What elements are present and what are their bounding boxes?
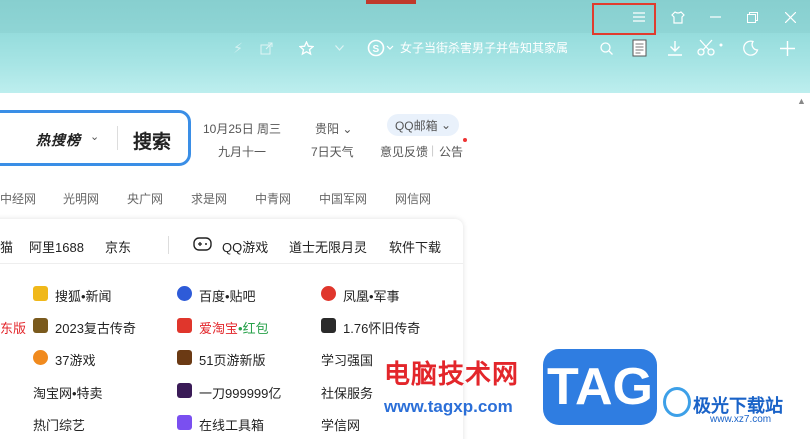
51-game-icon (177, 350, 192, 365)
watermark-url: www.tagxp.com (384, 397, 513, 416)
moon-icon[interactable] (740, 37, 762, 59)
quick-link[interactable]: 京东 (105, 237, 131, 256)
qq-mail-button[interactable]: QQ邮箱 ⌄ (387, 114, 459, 136)
site-link[interactable]: 热门综艺 (33, 415, 85, 434)
toolbox-icon (177, 415, 192, 430)
sogou-search-icon[interactable]: S (366, 37, 396, 59)
taobao-icon (177, 318, 192, 333)
site-link[interactable]: 学习强国 (321, 350, 373, 369)
star-icon[interactable] (296, 37, 316, 59)
date-text: 10月25日 周三 (203, 122, 282, 136)
scroll-up-arrow-icon[interactable]: ▲ (797, 96, 806, 106)
lunar-date: 九月十一 (218, 145, 267, 159)
chevron-down-icon: ⌄ (437, 118, 452, 132)
card-divider (0, 263, 463, 264)
nav-link[interactable]: 央广网 (127, 190, 163, 207)
separator: | (431, 143, 435, 157)
site-link[interactable]: 2023复古传奇 (55, 318, 136, 337)
xz-logo-icon (663, 387, 691, 417)
legend-game-icon (33, 318, 48, 333)
search-button[interactable]: 搜索 (133, 127, 171, 154)
xz-url: www.xz7.com (710, 414, 772, 425)
cut-text[interactable]: 东版 (0, 318, 26, 337)
ifeng-icon (321, 286, 336, 301)
notes-icon[interactable] (629, 37, 651, 59)
chevron-down-icon: ⌄ (339, 122, 353, 136)
scissors-icon[interactable] (696, 37, 726, 59)
chevron-down-icon[interactable]: ⌄ (90, 130, 99, 143)
37-game-icon (33, 350, 48, 365)
gamepad-icon[interactable] (193, 237, 212, 254)
feedback-link[interactable]: 意见反馈 (380, 143, 428, 160)
weather-link[interactable]: 7日天气 (311, 143, 354, 160)
minimize-icon[interactable] (698, 5, 732, 29)
site-link[interactable]: 淘宝网•特卖 (33, 383, 103, 402)
site-link-part[interactable]: 爱淘宝 (199, 321, 238, 336)
city-selector[interactable]: 贵阳 ⌄ (315, 120, 352, 137)
baidu-paw-icon (177, 286, 192, 301)
quick-link[interactable]: 猫 (0, 237, 13, 256)
nostalgia-game-icon (321, 318, 336, 333)
site-link[interactable]: 1.76怀旧传奇 (343, 318, 420, 337)
quick-link[interactable]: 阿里1688 (29, 237, 84, 256)
quick-link[interactable]: QQ游戏 (222, 237, 268, 256)
site-link[interactable]: 百度•贴吧 (199, 286, 256, 305)
sohu-icon (33, 286, 48, 301)
active-tab-indicator (366, 0, 416, 4)
restore-icon[interactable] (735, 5, 769, 29)
svg-text:S: S (373, 44, 380, 55)
notice-dot (463, 138, 467, 142)
news-headline[interactable]: 女子当街杀害男子并告知其家属 (400, 39, 568, 56)
search-icon[interactable] (596, 37, 616, 59)
plus-icon[interactable] (776, 37, 798, 59)
blade-game-icon (177, 383, 192, 398)
share-icon[interactable] (257, 37, 275, 59)
site-link[interactable]: 搜狐•新闻 (55, 286, 112, 305)
watermark-title: 电脑技术网 (384, 359, 520, 389)
quick-link[interactable]: 软件下载 (389, 237, 441, 256)
lightning-icon[interactable]: ⚡ (229, 37, 247, 59)
site-link-part[interactable]: •红包 (238, 321, 269, 336)
site-link[interactable]: 社保服务 (321, 383, 373, 402)
chevron-down-icon[interactable] (331, 37, 347, 59)
nav-link[interactable]: 光明网 (63, 190, 99, 207)
nav-link[interactable]: 中青网 (255, 190, 291, 207)
site-link[interactable]: 一刀999999亿 (199, 383, 281, 402)
site-link[interactable]: 学信网 (321, 415, 360, 434)
notice-link[interactable]: 公告 (439, 143, 463, 160)
nav-link[interactable]: 网信网 (395, 190, 431, 207)
nav-link[interactable]: 求是网 (191, 190, 227, 207)
city-label[interactable]: 贵阳 (315, 122, 339, 136)
download-icon[interactable] (664, 37, 686, 59)
hot-list-label[interactable]: 热搜榜 (36, 130, 81, 150)
quick-link[interactable]: 道士无限月灵 (289, 237, 367, 256)
site-link[interactable]: 37游戏 (55, 350, 95, 369)
close-icon[interactable] (773, 5, 807, 29)
qq-mail-label[interactable]: QQ邮箱 (395, 117, 438, 134)
site-link[interactable]: 51页游新版 (199, 350, 265, 369)
search-divider (117, 126, 118, 150)
site-link[interactable]: 爱淘宝•红包 (199, 318, 269, 337)
nav-link[interactable]: 中经网 (0, 190, 36, 207)
divider (168, 236, 169, 254)
menu-highlight-box (592, 3, 656, 35)
site-link[interactable]: 在线工具箱 (199, 415, 264, 434)
skin-icon[interactable] (661, 5, 695, 29)
nav-link[interactable]: 中国军网 (319, 190, 367, 207)
tag-logo: TAG (543, 349, 657, 425)
site-link[interactable]: 凤凰•军事 (343, 286, 400, 305)
